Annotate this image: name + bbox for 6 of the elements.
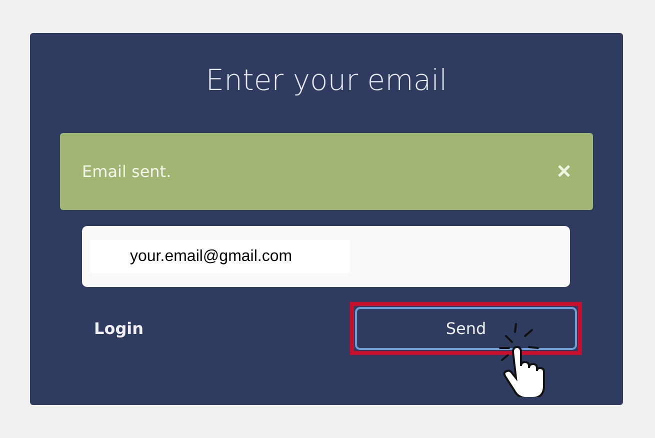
email-input[interactable]: your.email@gmail.com <box>90 240 350 273</box>
login-link[interactable]: Login <box>94 316 144 340</box>
email-field[interactable]: your.email@gmail.com <box>82 226 570 287</box>
form-title: Enter your email <box>204 62 448 99</box>
send-button[interactable]: Send <box>355 307 577 350</box>
alert-message: Email sent. <box>82 160 172 182</box>
